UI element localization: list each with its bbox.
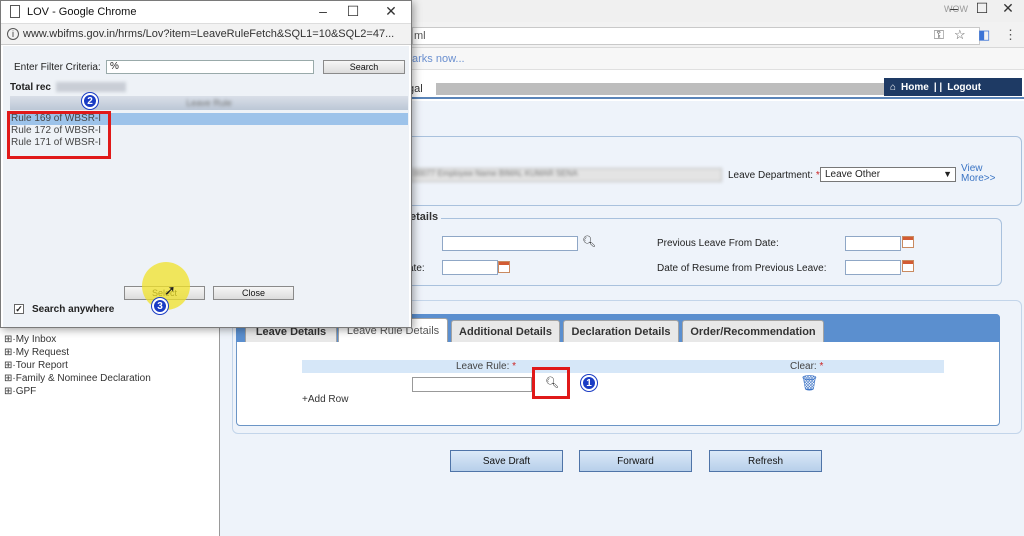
leave-department-label: Leave Department: * <box>728 170 820 181</box>
total-records-label: Total rec <box>10 82 51 93</box>
sidebar-item-tour-report[interactable]: ⊞·Tour Report <box>4 360 68 371</box>
home-icon[interactable]: ⌂ <box>890 82 896 93</box>
forward-button[interactable]: Forward <box>579 450 692 472</box>
leave-rule-column-label: Leave Rule: * <box>456 361 517 372</box>
resume-date-input[interactable] <box>845 260 901 275</box>
filter-criteria-label: Enter Filter Criteria: <box>14 62 101 73</box>
close-icon[interactable]: ✕ <box>998 0 1018 17</box>
view-more-link[interactable]: View More>> <box>961 164 1001 184</box>
leave-rule-input[interactable] <box>412 377 532 392</box>
leave-department-select[interactable]: Leave Other ▼ <box>820 167 956 182</box>
resume-date-label: Date of Resume from Previous Leave: <box>657 263 827 274</box>
details-legend: etails <box>407 211 442 223</box>
popup-maximize-icon[interactable]: ☐ <box>343 3 363 20</box>
calendar-icon[interactable] <box>498 261 510 273</box>
lov-list-header: Leave Rule <box>10 96 408 110</box>
menu-icon[interactable]: ⋮ <box>1004 27 1017 43</box>
chevron-down-icon: ▼ <box>943 169 952 179</box>
popup-close-button[interactable]: Close <box>213 286 294 300</box>
date-input[interactable] <box>442 260 498 275</box>
browser-omnibox[interactable] <box>412 27 980 45</box>
info-icon[interactable]: i <box>7 28 19 40</box>
step-badge-3: 3 <box>152 298 168 314</box>
calendar-icon[interactable] <box>902 236 914 248</box>
header-nav: ⌂ Home | | Logout <box>884 78 1022 96</box>
translate-icon[interactable]: ◧ <box>978 27 990 43</box>
refresh-button[interactable]: Refresh <box>709 450 822 472</box>
clear-column-label: Clear: * <box>790 361 824 372</box>
document-icon <box>10 5 20 18</box>
tab-additional-details[interactable]: Additional Details <box>451 320 560 342</box>
search-icon[interactable]: 🔍︎ <box>582 235 596 248</box>
calendar-icon[interactable] <box>902 260 914 272</box>
nav-divider: | | <box>933 81 943 93</box>
annotation-box-search <box>532 367 570 399</box>
leave-department-value: Leave Other <box>825 169 881 180</box>
popup-title: LOV - Google Chrome <box>27 6 137 18</box>
popup-minimize-icon[interactable]: – <box>313 3 333 19</box>
sidebar-item-gpf[interactable]: ⊞·GPF <box>4 386 36 397</box>
employee-info-field: 00077 Employee Name BIMAL KUMAR SENA <box>410 168 722 182</box>
key-icon[interactable]: ⚿ <box>934 27 944 43</box>
star-icon[interactable]: ☆ <box>954 27 966 43</box>
mouse-cursor-icon: ➚ <box>164 282 176 298</box>
step-badge-2: 2 <box>82 93 98 109</box>
maximize-icon[interactable]: ☐ <box>972 0 992 17</box>
filter-criteria-input[interactable]: % <box>106 60 314 74</box>
previous-leave-from-label: Previous Leave From Date: <box>657 238 779 249</box>
annotation-box-rule-list <box>7 111 111 159</box>
popup-close-icon[interactable]: ✕ <box>381 3 401 20</box>
logout-link[interactable]: Logout <box>947 82 981 93</box>
search-anywhere-label: Search anywhere <box>32 304 115 315</box>
total-records-blurred <box>56 82 126 92</box>
minimize-icon[interactable]: – <box>944 0 964 16</box>
previous-leave-from-input[interactable] <box>845 236 901 251</box>
search-anywhere-checkbox[interactable]: ✓ <box>14 304 24 314</box>
add-row-link[interactable]: +Add Row <box>302 394 348 405</box>
sidebar-item-my-inbox[interactable]: ⊞·My Inbox <box>4 334 56 345</box>
lov-popup-window: LOV - Google Chrome – ☐ ✕ i www.wbifms.g… <box>0 0 412 328</box>
bookmarks-import-link[interactable]: arks now... <box>412 53 465 65</box>
home-link[interactable]: Home <box>901 82 929 93</box>
tab-declaration-details[interactable]: Declaration Details <box>563 320 679 342</box>
header-banner-blurred <box>436 83 884 95</box>
sidebar-item-my-request[interactable]: ⊞·My Request <box>4 347 69 358</box>
sidebar-item-family-nominee[interactable]: ⊞·Family & Nominee Declaration <box>4 373 151 384</box>
details-textbox-1[interactable] <box>442 236 578 251</box>
browser-url-text: ml <box>414 30 426 42</box>
trash-icon[interactable]: 🗑︎ <box>800 374 819 392</box>
sidebar <box>0 327 220 536</box>
save-draft-button[interactable]: Save Draft <box>450 450 563 472</box>
tab-order-recommendation[interactable]: Order/Recommendation <box>682 320 824 342</box>
leave-rule-grid-header <box>302 360 944 373</box>
popup-url-text: www.wbifms.gov.in/hrms/Lov?item=LeaveRul… <box>23 28 395 40</box>
step-badge-1: 1 <box>581 375 597 391</box>
popup-search-button[interactable]: Search <box>323 60 405 74</box>
